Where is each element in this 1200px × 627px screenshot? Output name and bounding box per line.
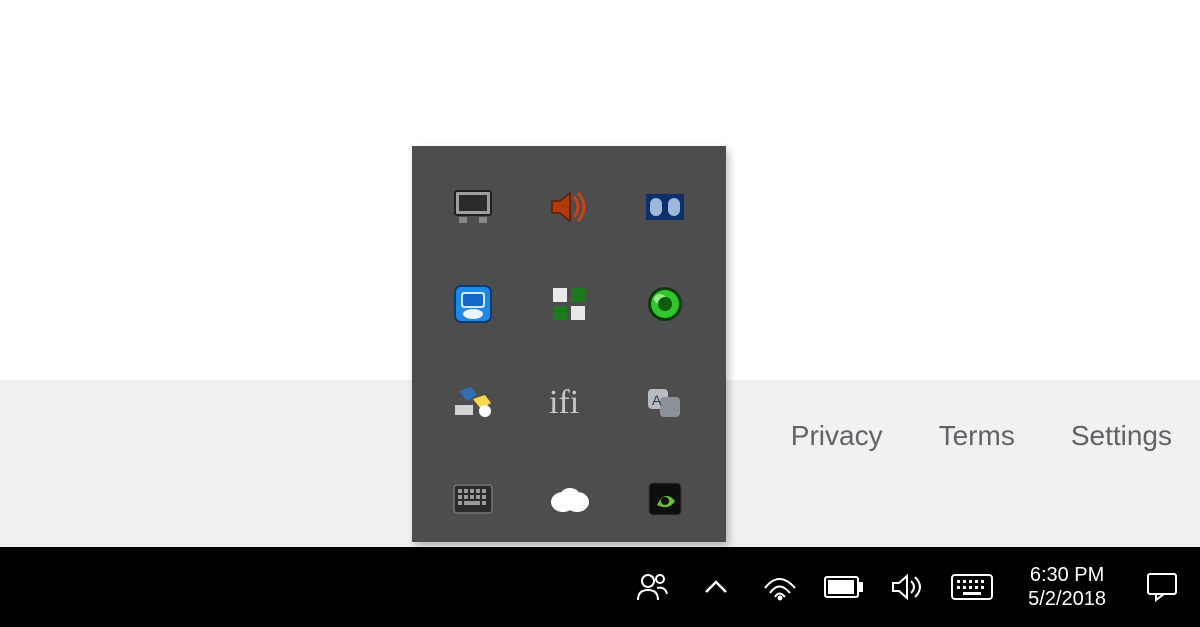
footer-links: Privacy Terms Settings (791, 420, 1172, 452)
taskbar-clock[interactable]: 6:30 PM 5/2/2018 (1018, 563, 1116, 611)
people-icon[interactable] (634, 569, 670, 605)
volume-icon[interactable] (890, 569, 926, 605)
onedrive-icon[interactable] (538, 467, 600, 533)
translate-icon[interactable]: A (634, 369, 696, 435)
keyboard-icon[interactable] (442, 467, 504, 533)
footer-link-privacy[interactable]: Privacy (791, 420, 883, 452)
devices-icon[interactable] (442, 369, 504, 435)
ifi-audio-icon[interactable]: ifi (538, 369, 600, 435)
input-method-keyboard-icon[interactable] (954, 569, 990, 605)
clock-date: 5/2/2018 (1028, 587, 1106, 611)
display-settings-icon[interactable] (442, 174, 504, 240)
intel-graphics-icon[interactable] (442, 272, 504, 338)
nvidia-settings-icon[interactable] (634, 467, 696, 533)
battery-icon[interactable] (826, 569, 862, 605)
svg-text:A: A (652, 392, 662, 408)
security-shield-icon[interactable] (538, 272, 600, 338)
action-center-icon[interactable] (1144, 569, 1180, 605)
clock-time: 6:30 PM (1030, 563, 1104, 587)
wifi-icon[interactable] (762, 569, 798, 605)
system-tray: 6:30 PM 5/2/2018 (634, 563, 1200, 611)
realtek-audio-icon[interactable] (538, 174, 600, 240)
dolby-audio-icon[interactable] (634, 174, 696, 240)
footer-link-settings[interactable]: Settings (1071, 420, 1172, 452)
svg-text:ifi: ifi (549, 384, 579, 421)
nvidia-geforce-icon[interactable] (634, 272, 696, 338)
taskbar: 6:30 PM 5/2/2018 (0, 547, 1200, 627)
tray-overflow-popup: ifi A (412, 146, 726, 542)
tray-overflow-chevron-icon[interactable] (698, 569, 734, 605)
footer-link-terms[interactable]: Terms (939, 420, 1015, 452)
